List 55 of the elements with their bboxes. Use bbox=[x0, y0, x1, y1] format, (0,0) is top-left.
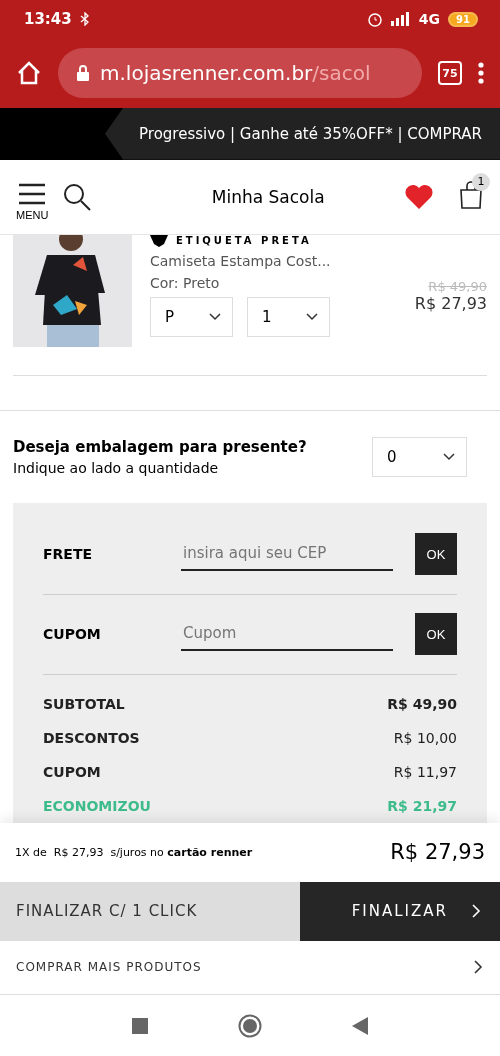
one-click-button[interactable]: FINALIZAR C/ 1 CLICK bbox=[0, 882, 300, 941]
promo-text: Progressivo | Ganhe até 35%OFF* | COMPRAR bbox=[139, 124, 482, 143]
quantity-select[interactable]: 1 bbox=[247, 296, 330, 337]
chevron-right-icon bbox=[472, 959, 484, 976]
product-price: R$ 27,93 bbox=[414, 293, 487, 313]
summary-label: ECONOMIZOU bbox=[43, 797, 151, 814]
more-options-icon[interactable] bbox=[478, 62, 484, 84]
lock-icon bbox=[76, 64, 90, 82]
tab-count[interactable]: 75 bbox=[438, 61, 462, 85]
url-path: /sacol bbox=[312, 61, 371, 85]
search-icon[interactable] bbox=[62, 181, 93, 212]
ok-button[interactable]: OK bbox=[415, 533, 457, 576]
home-button-icon[interactable] bbox=[238, 1013, 262, 1038]
old-price: R$ 49,90 bbox=[428, 278, 487, 294]
input-field[interactable]: insira aqui seu CEP bbox=[181, 537, 393, 572]
product-name: Camiseta Estampa Cost... bbox=[150, 252, 332, 269]
input-field[interactable]: Cupom bbox=[181, 617, 393, 652]
field-label: FRETE bbox=[43, 546, 93, 563]
chevron-right-icon bbox=[470, 903, 482, 920]
address-bar[interactable]: m.lojasrenner.com.br/sacol bbox=[58, 48, 422, 98]
installment-text: 1X de R$ 27,93 s/juros no cartão renner bbox=[15, 845, 253, 859]
status-time: 13:43 bbox=[24, 10, 72, 28]
heart-icon[interactable] bbox=[404, 183, 434, 210]
network-label: 4G bbox=[418, 11, 441, 27]
signal-icon bbox=[390, 12, 411, 26]
battery-level: 91 bbox=[448, 11, 478, 27]
summary-value: R$ 21,97 bbox=[387, 797, 457, 814]
menu-button[interactable]: MENU bbox=[16, 182, 49, 221]
total-price: R$ 27,93 bbox=[390, 840, 485, 865]
back-icon[interactable] bbox=[352, 1016, 368, 1035]
gift-hint: Indique ao lado a quantidade bbox=[13, 460, 220, 476]
url-host: m.lojasrenner.com.br bbox=[100, 61, 313, 85]
promo-banner[interactable]: Progressivo | Ganhe até 35%OFF* | COMPRAR bbox=[105, 108, 500, 160]
summary-label: DESCONTOS bbox=[43, 729, 140, 746]
gift-question: Deseja embalagem para presente? bbox=[13, 438, 307, 456]
gift-quantity-select[interactable]: 0 bbox=[372, 437, 467, 477]
bag-count: 1 bbox=[472, 172, 490, 191]
summary-value: R$ 11,97 bbox=[393, 763, 457, 780]
alarm-icon bbox=[366, 11, 383, 27]
product-color: Cor: Preto bbox=[150, 274, 221, 291]
size-select[interactable]: P bbox=[150, 296, 233, 337]
continue-shopping-link[interactable]: COMPRAR MAIS PRODUTOS bbox=[0, 940, 500, 995]
recent-apps-icon[interactable] bbox=[132, 1017, 148, 1034]
field-label: CUPOM bbox=[43, 626, 101, 643]
checkout-button[interactable]: FINALIZAR bbox=[300, 882, 500, 941]
home-icon[interactable] bbox=[16, 60, 42, 86]
summary-value: R$ 49,90 bbox=[387, 695, 457, 712]
brand-label: ETIQUETA PRETA bbox=[176, 235, 312, 247]
tag-icon bbox=[150, 234, 168, 247]
summary-value: R$ 10,00 bbox=[393, 729, 457, 746]
bluetooth-icon bbox=[79, 12, 90, 26]
page-title: Minha Sacola bbox=[210, 186, 326, 207]
summary-label: CUPOM bbox=[43, 763, 101, 780]
summary-label: SUBTOTAL bbox=[43, 695, 125, 712]
ok-button[interactable]: OK bbox=[415, 613, 457, 656]
